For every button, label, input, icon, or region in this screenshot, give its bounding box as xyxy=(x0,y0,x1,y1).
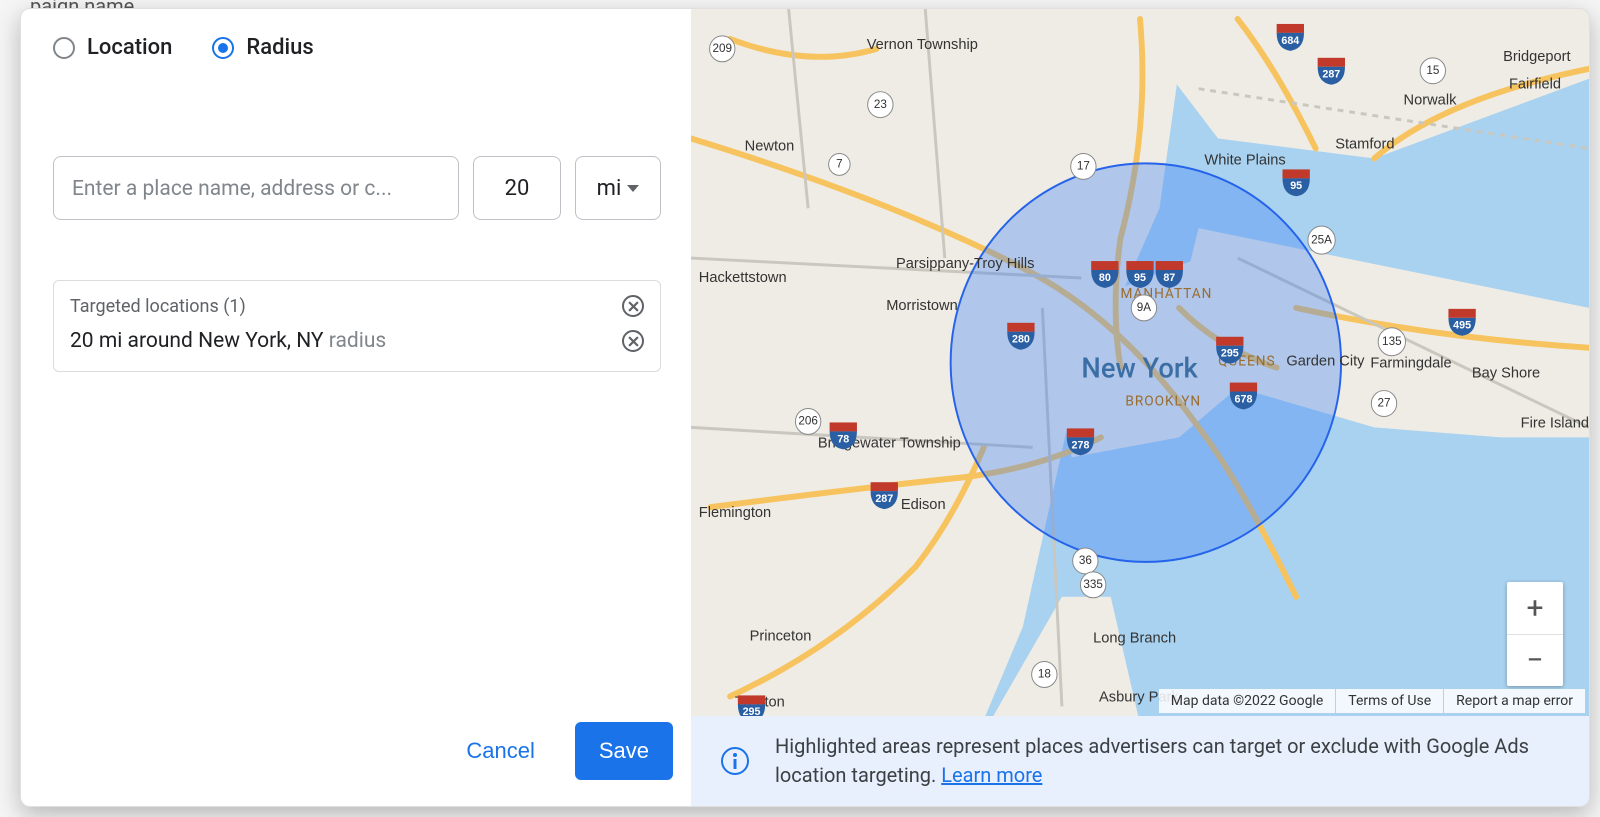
svg-text:80: 80 xyxy=(1099,272,1111,284)
svg-text:495: 495 xyxy=(1453,320,1471,332)
svg-text:Stamford: Stamford xyxy=(1335,136,1394,152)
svg-text:278: 278 xyxy=(1072,439,1090,451)
map-attribution: Map data ©2022 Google Terms of Use Repor… xyxy=(1159,689,1585,713)
svg-text:Edison: Edison xyxy=(901,497,946,513)
map-pane: New York MANHATTAN QUEENS BROOKLYN Verno… xyxy=(691,9,1589,806)
tab-radius[interactable]: Radius xyxy=(212,35,313,60)
svg-text:18: 18 xyxy=(1038,667,1051,681)
svg-text:135: 135 xyxy=(1382,334,1402,348)
radius-input[interactable]: 20 xyxy=(473,156,561,220)
zoom-in-button[interactable]: + xyxy=(1507,582,1563,634)
targeted-locations-heading: Targeted locations (1) xyxy=(70,296,246,317)
unit-select[interactable]: mi xyxy=(575,156,661,220)
svg-text:White Plains: White Plains xyxy=(1204,152,1285,168)
target-text: 20 mi around New York, NY radius xyxy=(70,329,386,353)
info-text: Highlighted areas represent places adver… xyxy=(775,732,1559,790)
svg-text:Hackettstown: Hackettstown xyxy=(699,270,787,286)
svg-text:209: 209 xyxy=(712,41,732,55)
svg-text:295: 295 xyxy=(1221,347,1239,359)
svg-text:15: 15 xyxy=(1426,63,1439,77)
svg-text:Bay Shore: Bay Shore xyxy=(1472,365,1540,381)
svg-text:287: 287 xyxy=(875,493,893,505)
place-input[interactable]: Enter a place name, address or c... xyxy=(53,156,459,220)
svg-text:7: 7 xyxy=(836,156,843,170)
svg-text:36: 36 xyxy=(1079,553,1092,567)
tab-radius-label: Radius xyxy=(246,35,313,60)
svg-text:Long Branch: Long Branch xyxy=(1093,630,1176,646)
svg-text:Morristown: Morristown xyxy=(886,298,958,314)
chevron-down-icon xyxy=(627,185,639,192)
svg-text:280: 280 xyxy=(1012,334,1030,346)
svg-text:335: 335 xyxy=(1083,577,1103,591)
radio-selected-icon xyxy=(212,37,234,59)
svg-text:287: 287 xyxy=(1322,69,1340,81)
save-button[interactable]: Save xyxy=(575,722,673,780)
map-canvas[interactable]: New York MANHATTAN QUEENS BROOKLYN Verno… xyxy=(691,9,1589,806)
svg-text:Farmingdale: Farmingdale xyxy=(1370,356,1451,372)
svg-text:Bridgeport: Bridgeport xyxy=(1503,49,1571,65)
tab-location-label: Location xyxy=(87,35,172,60)
tab-location[interactable]: Location xyxy=(53,35,172,60)
unit-value: mi xyxy=(597,176,622,201)
svg-text:Flemington: Flemington xyxy=(699,505,771,521)
svg-text:678: 678 xyxy=(1235,393,1253,405)
svg-text:17: 17 xyxy=(1077,158,1090,172)
svg-text:Norwalk: Norwalk xyxy=(1404,93,1457,109)
learn-more-link[interactable]: Learn more xyxy=(941,763,1042,787)
svg-text:25A: 25A xyxy=(1311,232,1332,246)
svg-text:684: 684 xyxy=(1281,35,1299,47)
svg-text:Princeton: Princeton xyxy=(750,629,812,645)
remove-target-icon[interactable] xyxy=(622,330,644,352)
report-error-link[interactable]: Report a map error xyxy=(1443,689,1585,713)
info-icon xyxy=(721,747,749,775)
svg-text:95: 95 xyxy=(1134,272,1146,284)
svg-text:78: 78 xyxy=(837,433,849,445)
svg-text:Fairfield: Fairfield xyxy=(1509,77,1561,93)
svg-text:206: 206 xyxy=(798,413,818,427)
svg-text:95: 95 xyxy=(1290,180,1302,192)
svg-text:Garden City: Garden City xyxy=(1286,354,1365,370)
map-focus-label: New York xyxy=(1081,351,1198,384)
map-data-label: Map data ©2022 Google xyxy=(1159,689,1336,713)
svg-text:Fire Island: Fire Island xyxy=(1521,415,1589,431)
svg-text:9A: 9A xyxy=(1137,300,1151,314)
targeting-tabs: Location Radius xyxy=(53,35,661,60)
location-radius-modal: Location Radius Enter a place name, addr… xyxy=(20,8,1590,807)
svg-text:Parsippany-Troy Hills: Parsippany-Troy Hills xyxy=(896,256,1034,272)
terms-link[interactable]: Terms of Use xyxy=(1335,689,1443,713)
settings-pane: Location Radius Enter a place name, addr… xyxy=(21,9,691,806)
target-row: 20 mi around New York, NY radius xyxy=(70,329,644,353)
svg-text:87: 87 xyxy=(1163,272,1175,284)
cancel-button[interactable]: Cancel xyxy=(454,724,546,778)
info-bar: Highlighted areas represent places adver… xyxy=(691,716,1589,806)
targeted-locations-box: Targeted locations (1) 20 mi around New … xyxy=(53,280,661,372)
zoom-out-button[interactable]: − xyxy=(1507,634,1563,686)
svg-text:BROOKLYN: BROOKLYN xyxy=(1125,393,1201,409)
svg-text:Vernon Township: Vernon Township xyxy=(867,37,978,53)
svg-text:27: 27 xyxy=(1378,396,1391,410)
clear-all-icon[interactable] xyxy=(622,295,644,317)
zoom-controls: + − xyxy=(1507,582,1563,686)
radio-unselected-icon xyxy=(53,37,75,59)
svg-text:Newton: Newton xyxy=(745,138,795,154)
svg-text:23: 23 xyxy=(874,97,887,111)
